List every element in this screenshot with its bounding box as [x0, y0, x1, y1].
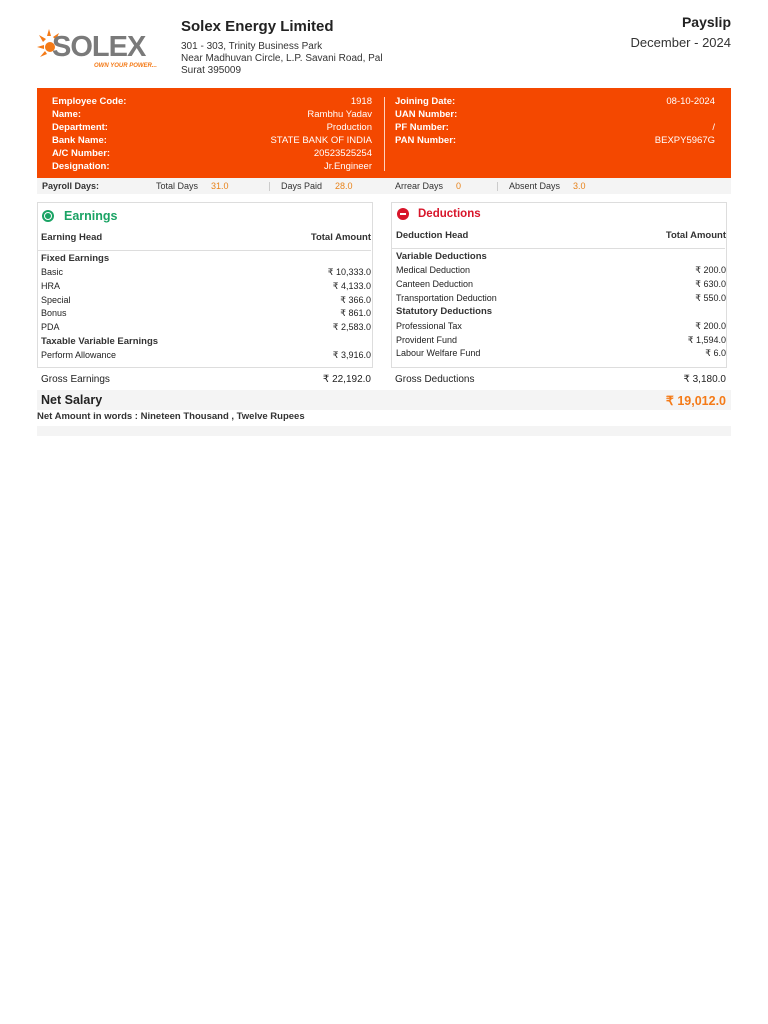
deduction-row-label: Labour Welfare Fund — [396, 348, 481, 358]
net-amount-in-words: Net Amount in words : Nineteen Thousand … — [37, 411, 305, 422]
deduction-row-label: Provident Fund — [396, 335, 458, 345]
earning-row-label: PDA — [41, 322, 60, 332]
earning-row-label: Basic — [41, 267, 64, 277]
payroll-days-strip: Payroll Days: Total Days 31.0 Days Paid … — [37, 178, 731, 194]
logo-wordmark: SOLEX — [52, 31, 146, 63]
deduction-row-value: ₹ 630.0 — [695, 279, 726, 289]
statutory-deductions-heading: Statutory Deductions — [396, 306, 493, 317]
days-paid-label: Days Paid — [281, 181, 323, 191]
designation-label: Designation: — [52, 161, 110, 172]
payslip-title: Payslip — [681, 14, 731, 30]
earning-amount-header: Total Amount — [310, 232, 371, 243]
earning-row-value: ₹ 3,916.0 — [332, 350, 371, 360]
deduction-row-label: Transportation Deduction — [396, 293, 497, 303]
absent-days-label: Absent Days — [509, 181, 561, 191]
days-paid-value: 28.0 — [335, 181, 353, 191]
arrear-days-value: 0 — [456, 181, 462, 191]
info-divider — [384, 97, 385, 171]
arrear-days-label: Arrear Days — [395, 181, 444, 191]
absent-days-value: 3.0 — [573, 181, 586, 191]
deduction-row-label: Professional Tax — [396, 321, 462, 331]
deductions-title: Deductions — [418, 208, 481, 220]
joining-date-value: 08-10-2024 — [666, 96, 715, 107]
employee-code-value: 1918 — [350, 96, 372, 107]
footer-strip — [37, 426, 731, 436]
company-address-line1: 301 - 303, Trinity Business Park — [181, 41, 323, 52]
earning-row-value: ₹ 10,333.0 — [327, 267, 371, 277]
earning-head-header: Earning Head — [41, 232, 103, 243]
pan-number-value: BEXPY5967G — [654, 135, 715, 146]
deduction-row-value: ₹ 1,594.0 — [687, 335, 726, 345]
department-label: Department: — [52, 122, 108, 133]
earnings-title: Earnings — [64, 209, 118, 223]
earning-row-value: ₹ 4,133.0 — [332, 281, 371, 291]
earning-row-label: Special — [41, 295, 71, 305]
earning-row-label: Perform Allowance — [41, 350, 117, 360]
earnings-header-rule — [37, 250, 371, 251]
pf-number-label: PF Number: — [395, 122, 449, 133]
total-days-value: 31.0 — [211, 181, 229, 191]
department-value: Production — [326, 122, 372, 133]
account-number-label: A/C Number: — [52, 148, 111, 159]
net-salary-value: ₹ 19,012.0 — [665, 394, 726, 408]
bank-name-label: Bank Name: — [52, 135, 107, 146]
earning-row-value: ₹ 861.0 — [340, 308, 371, 318]
deduction-row-label: Medical Deduction — [396, 265, 471, 275]
bank-name-value: STATE BANK OF INDIA — [270, 135, 372, 146]
earning-row-label: HRA — [41, 281, 61, 291]
company-name: Solex Energy Limited — [181, 18, 334, 35]
employee-name-value: Rambhu Yadav — [307, 109, 372, 120]
employee-code-label: Employee Code: — [52, 96, 127, 107]
deductions-header-rule — [391, 248, 725, 249]
days-separator — [497, 182, 498, 191]
variable-earnings-heading: Taxable Variable Earnings — [41, 336, 159, 347]
gross-deductions-value: ₹ 3,180.0 — [683, 374, 726, 385]
deduction-row-value: ₹ 200.0 — [695, 265, 726, 275]
variable-deductions-heading: Variable Deductions — [396, 251, 487, 262]
deduction-row-value: ₹ 200.0 — [695, 321, 726, 331]
uan-number-label: UAN Number: — [395, 109, 458, 120]
earning-row-value: ₹ 366.0 — [340, 295, 371, 305]
gross-earnings-label: Gross Earnings — [41, 374, 110, 385]
minus-circle-icon — [397, 208, 409, 220]
deduction-row-label: Canteen Deduction — [396, 279, 474, 289]
pan-number-label: PAN Number: — [395, 135, 457, 146]
payroll-days-label: Payroll Days: — [42, 181, 100, 191]
designation-value: Jr.Engineer — [323, 161, 372, 172]
account-number-value: 20523525254 — [313, 148, 372, 159]
logo-tagline: OWN YOUR POWER... — [94, 63, 157, 69]
gross-deductions-label: Gross Deductions — [395, 374, 475, 385]
total-days-label: Total Days — [156, 181, 199, 191]
company-address-line3: Surat 395009 — [181, 65, 242, 76]
fixed-earnings-heading: Fixed Earnings — [41, 253, 110, 264]
net-salary-label: Net Salary — [41, 393, 103, 407]
employee-name-label: Name: — [52, 109, 82, 120]
pf-number-value: / — [712, 122, 715, 133]
company-logo: SOLEX OWN YOUR POWER... — [36, 26, 174, 76]
deduction-row-value: ₹ 550.0 — [695, 293, 726, 303]
joining-date-label: Joining Date: — [395, 96, 456, 107]
earning-row-label: Bonus — [41, 308, 67, 318]
net-salary-strip — [37, 390, 731, 410]
deduction-head-header: Deduction Head — [396, 230, 469, 241]
employee-info-panel: Employee Code: Name: Department: Bank Na… — [37, 88, 731, 178]
plus-circle-icon — [42, 210, 54, 222]
deduction-amount-header: Total Amount — [665, 230, 726, 241]
company-address-line2: Near Madhuvan Circle, L.P. Savani Road, … — [181, 53, 383, 64]
gross-earnings-value: ₹ 22,192.0 — [322, 374, 371, 385]
earning-row-value: ₹ 2,583.0 — [332, 322, 371, 332]
days-separator — [269, 182, 270, 191]
deduction-row-value: ₹ 6.0 — [705, 348, 726, 358]
payslip-period: December - 2024 — [630, 35, 731, 50]
